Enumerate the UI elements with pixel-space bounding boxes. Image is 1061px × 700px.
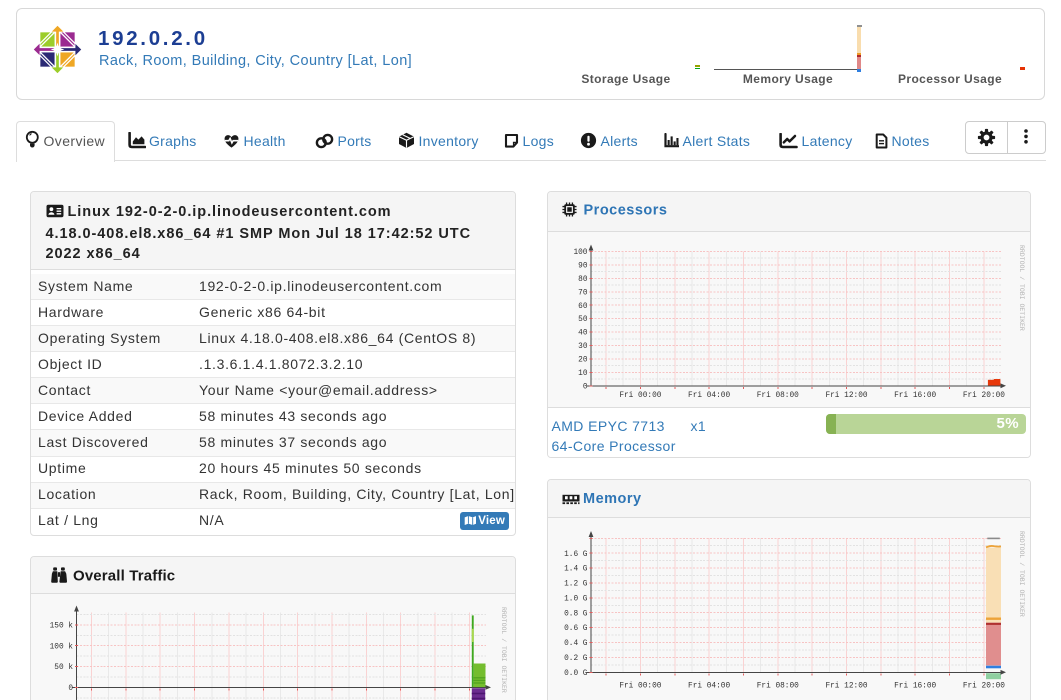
svg-text:100: 100 bbox=[573, 249, 587, 257]
svg-text:Fri 04:00: Fri 04:00 bbox=[688, 682, 730, 690]
svg-text:60: 60 bbox=[578, 303, 588, 311]
svg-text:0: 0 bbox=[583, 383, 588, 391]
svg-text:Fri 08:00: Fri 08:00 bbox=[757, 682, 799, 690]
svg-text:1.4 G: 1.4 G bbox=[564, 566, 588, 574]
svg-text:0.0 G: 0.0 G bbox=[564, 670, 588, 678]
svg-text:Fri 16:00: Fri 16:00 bbox=[894, 392, 936, 400]
svg-text:0.2 G: 0.2 G bbox=[564, 655, 588, 663]
svg-text:1.6 G: 1.6 G bbox=[564, 551, 588, 559]
svg-text:100 k: 100 k bbox=[50, 643, 74, 651]
svg-text:90: 90 bbox=[578, 263, 588, 271]
svg-text:Fri 12:00: Fri 12:00 bbox=[825, 392, 867, 400]
svg-text:30: 30 bbox=[578, 343, 588, 351]
svg-text:40: 40 bbox=[578, 330, 588, 338]
svg-text:0: 0 bbox=[68, 685, 73, 693]
svg-text:Fri 20:00: Fri 20:00 bbox=[963, 392, 1005, 400]
svg-text:1.0 G: 1.0 G bbox=[564, 596, 588, 604]
svg-text:Fri 08:00: Fri 08:00 bbox=[757, 392, 799, 400]
svg-text:20: 20 bbox=[578, 357, 588, 365]
svg-text:50 k: 50 k bbox=[54, 664, 73, 672]
svg-text:70: 70 bbox=[578, 289, 588, 297]
svg-text:Fri 16:00: Fri 16:00 bbox=[894, 682, 936, 690]
svg-text:0.6 G: 0.6 G bbox=[564, 625, 588, 633]
svg-text:50: 50 bbox=[578, 316, 588, 324]
svg-text:10: 10 bbox=[578, 370, 588, 378]
svg-text:Fri 00:00: Fri 00:00 bbox=[619, 682, 661, 690]
svg-text:Fri 20:00: Fri 20:00 bbox=[963, 682, 1005, 690]
svg-text:0.8 G: 0.8 G bbox=[564, 610, 588, 618]
svg-text:Fri 12:00: Fri 12:00 bbox=[825, 682, 867, 690]
svg-text:Fri 04:00: Fri 04:00 bbox=[688, 392, 730, 400]
svg-text:1.2 G: 1.2 G bbox=[564, 581, 588, 589]
svg-text:0.4 G: 0.4 G bbox=[564, 640, 588, 648]
svg-text:Fri 00:00: Fri 00:00 bbox=[619, 392, 661, 400]
svg-text:150 k: 150 k bbox=[50, 623, 74, 631]
svg-text:80: 80 bbox=[578, 276, 588, 284]
